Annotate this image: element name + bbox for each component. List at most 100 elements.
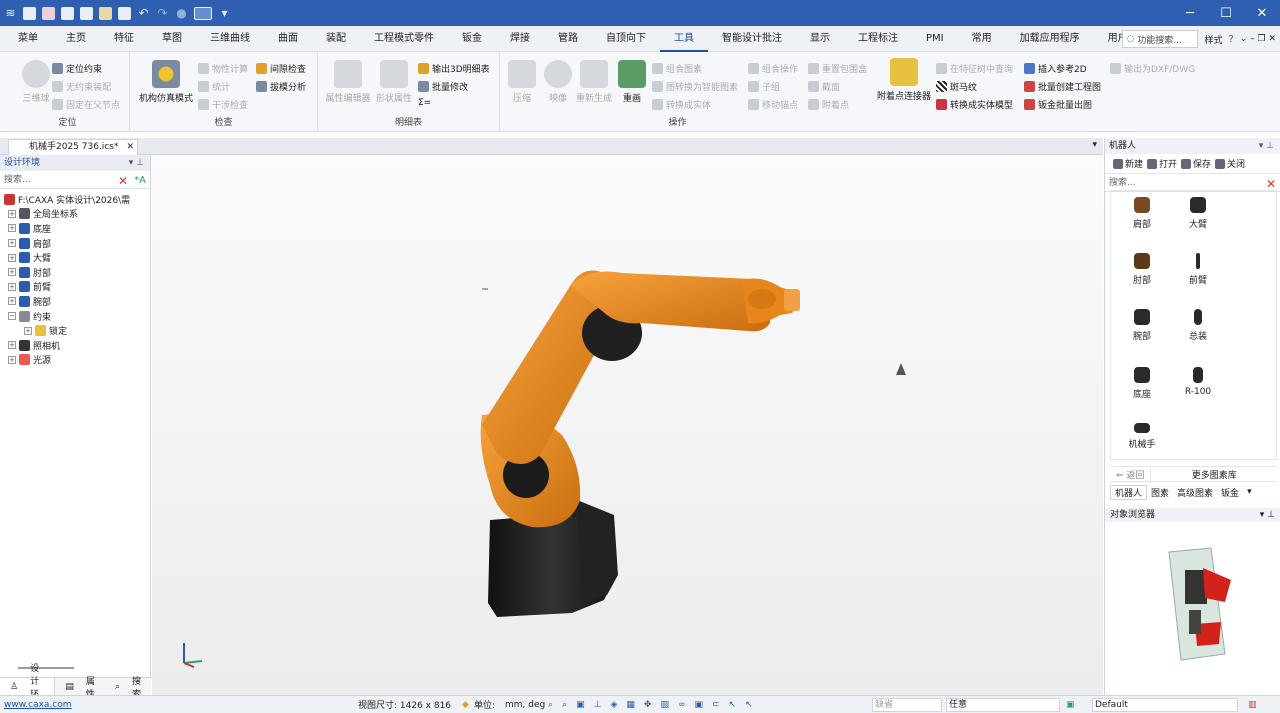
tab-robot[interactable]: 机器人 <box>1110 484 1148 500</box>
link-icon[interactable]: ∞ <box>678 700 686 710</box>
tree-item-upper-arm[interactable]: + 大臂 <box>0 250 150 265</box>
redo-icon[interactable]: ↷ <box>156 6 169 20</box>
expand-icon[interactable]: + <box>8 297 16 306</box>
back-button[interactable]: ⇐ 返回 <box>1110 468 1150 481</box>
save-as-icon[interactable] <box>118 6 131 20</box>
menu-dimension[interactable]: 工程标注 <box>844 26 912 52</box>
redraw-button[interactable]: 重画 <box>610 60 654 104</box>
snap-icon[interactable]: ⊥ <box>594 700 602 710</box>
close-tab-icon[interactable]: ✕ <box>126 140 134 155</box>
batch-drawing-button[interactable]: 批量创建工程图 <box>1024 80 1101 93</box>
move-icon[interactable]: ✥ <box>644 700 652 710</box>
render-icon[interactable]: ▨ <box>660 700 669 710</box>
tree-item-wrist[interactable]: + 腕部 <box>0 294 150 309</box>
expand-icon[interactable]: + <box>8 239 16 248</box>
attach-point-button[interactable]: 附着点 <box>808 98 849 111</box>
library-item-upper-arm[interactable]: 大臂 <box>1173 197 1223 230</box>
menu-engineering-part[interactable]: 工程模式零件 <box>360 26 448 52</box>
expand-icon[interactable]: + <box>8 355 16 364</box>
tab-advanced-elements[interactable]: 高级图素 <box>1173 486 1217 499</box>
undo-icon[interactable]: ↶ <box>137 6 150 20</box>
new-library-button[interactable]: 新建 <box>1113 157 1143 170</box>
subgroup-button[interactable]: 子组 <box>748 80 780 93</box>
move-anchor-button[interactable]: 移动锚点 <box>748 98 798 111</box>
collapse-icon[interactable]: ⌄ – ❐ ✕ <box>1240 34 1276 44</box>
tree-item-elbow[interactable]: + 肘部 <box>0 265 150 280</box>
tree-item-light[interactable]: + 光源 <box>0 353 150 368</box>
menu-pmi[interactable]: PMI <box>912 26 958 52</box>
sheet-metal-batch-button[interactable]: 钣金批量出图 <box>1024 98 1092 111</box>
menu-pipe[interactable]: 管路 <box>544 26 592 52</box>
expand-icon[interactable]: + <box>8 224 16 233</box>
settings-icon[interactable]: ● <box>175 6 188 20</box>
website-link[interactable]: www.caxa.com <box>0 700 72 710</box>
tree-item-shoulder[interactable]: + 肩部 <box>0 236 150 251</box>
close-library-button[interactable]: 关闭 <box>1215 157 1245 170</box>
tree-search[interactable]: 搜索... ✕ *A <box>0 171 150 189</box>
menu-sketch[interactable]: 草图 <box>148 26 196 52</box>
save-icon[interactable] <box>61 6 74 20</box>
expand-icon[interactable]: + <box>8 282 16 291</box>
sum-button[interactable]: Σ= <box>418 98 431 108</box>
pin-icon[interactable]: ▾ ⊥ <box>129 155 144 171</box>
expand-icon[interactable]: + <box>24 326 32 335</box>
right-pin-icon[interactable]: ▾ ⊥ <box>1259 138 1274 154</box>
collapse-icon[interactable]: − <box>8 312 16 321</box>
export-dxf-button[interactable]: 输出为DXF/DWG <box>1110 62 1195 75</box>
3d-viewport[interactable] <box>152 155 1103 695</box>
tree-item-camera[interactable]: + 照相机 <box>0 338 150 353</box>
tree-root[interactable]: F:\CAXA 实体设计\2026\需 <box>0 192 150 207</box>
tree-item-global-coords[interactable]: + 全局坐标系 <box>0 207 150 222</box>
document-tab[interactable]: 机械手2025 736.ics* ✕ <box>8 139 138 155</box>
dropdown-icon[interactable]: ▾ <box>218 6 231 20</box>
cursor-alt-icon[interactable]: ↖ <box>745 700 753 710</box>
menu-common[interactable]: 常用 <box>958 26 1006 52</box>
menu-3d-curve[interactable]: 三维曲线 <box>196 26 264 52</box>
expand-icon[interactable]: + <box>8 268 16 277</box>
section-button[interactable]: 截面 <box>808 80 840 93</box>
zoom-icon[interactable]: ⌕ <box>548 700 553 710</box>
menu-tools[interactable]: 工具 <box>660 26 708 52</box>
view-icon[interactable]: ▦ <box>626 700 635 710</box>
menu-surface[interactable]: 曲面 <box>264 26 312 52</box>
style-menu[interactable]: 样式 <box>1204 33 1222 46</box>
combine-operation-button[interactable]: 组合操作 <box>748 62 798 75</box>
library-item-forearm[interactable]: 前臂 <box>1173 253 1223 286</box>
robot-model[interactable] <box>152 155 1103 695</box>
to-solid-button[interactable]: 转换成实体 <box>652 98 711 111</box>
default-style[interactable]: Default <box>1092 697 1238 712</box>
box-icon[interactable]: ▣ <box>694 700 703 710</box>
library-item-base[interactable]: 底座 <box>1117 367 1167 400</box>
reset-bbox-button[interactable]: 重置包围盒 <box>808 62 867 75</box>
menu-sheet-metal[interactable]: 钣金 <box>448 26 496 52</box>
library-item-wrist[interactable]: 腕部 <box>1117 309 1167 342</box>
library-item-manipulator[interactable]: 机械手 <box>1117 423 1167 450</box>
open-icon[interactable] <box>99 6 112 20</box>
to-solid-model-button[interactable]: 转换成实体模型 <box>936 98 1013 111</box>
filter-field-1[interactable]: 缺省 <box>872 697 942 712</box>
magnet-icon[interactable]: ⊂ <box>712 700 720 710</box>
menu-display[interactable]: 显示 <box>796 26 844 52</box>
layout-icon[interactable] <box>194 6 212 20</box>
tree-item-lock[interactable]: + 锁定 <box>0 323 150 338</box>
menu-top-down[interactable]: 自顶向下 <box>592 26 660 52</box>
library-item-assembly[interactable]: 总装 <box>1173 309 1223 342</box>
expand-icon[interactable]: + <box>8 209 16 218</box>
tree-item-base[interactable]: + 底座 <box>0 221 150 236</box>
mail-icon[interactable] <box>80 6 93 20</box>
mechanism-sim-button[interactable]: 机构仿真模式 <box>134 60 198 104</box>
tab-sheet-metal[interactable]: 钣金 <box>1217 486 1243 499</box>
to-smart-element-button[interactable]: 图转换为智能图素 <box>652 80 738 93</box>
library-item-shoulder[interactable]: 肩部 <box>1117 197 1167 230</box>
combine-elements-button[interactable]: 组合图素 <box>652 62 702 75</box>
close-file-icon[interactable] <box>42 6 55 20</box>
menu-smart-annotation[interactable]: 智能设计批注 <box>708 26 796 52</box>
mass-properties-button[interactable]: 物性计算 <box>198 62 248 75</box>
cursor-icon[interactable]: ↖ <box>729 700 737 710</box>
menu-home[interactable]: 主页 <box>52 26 100 52</box>
library-item-elbow[interactable]: 肘部 <box>1117 253 1167 286</box>
maximize-button[interactable]: ☐ <box>1208 0 1244 26</box>
pick-icon[interactable]: ◈ <box>610 700 617 710</box>
save-library-button[interactable]: 保存 <box>1181 157 1211 170</box>
export-3d-bom-button[interactable]: 输出3D明细表 <box>418 62 490 75</box>
